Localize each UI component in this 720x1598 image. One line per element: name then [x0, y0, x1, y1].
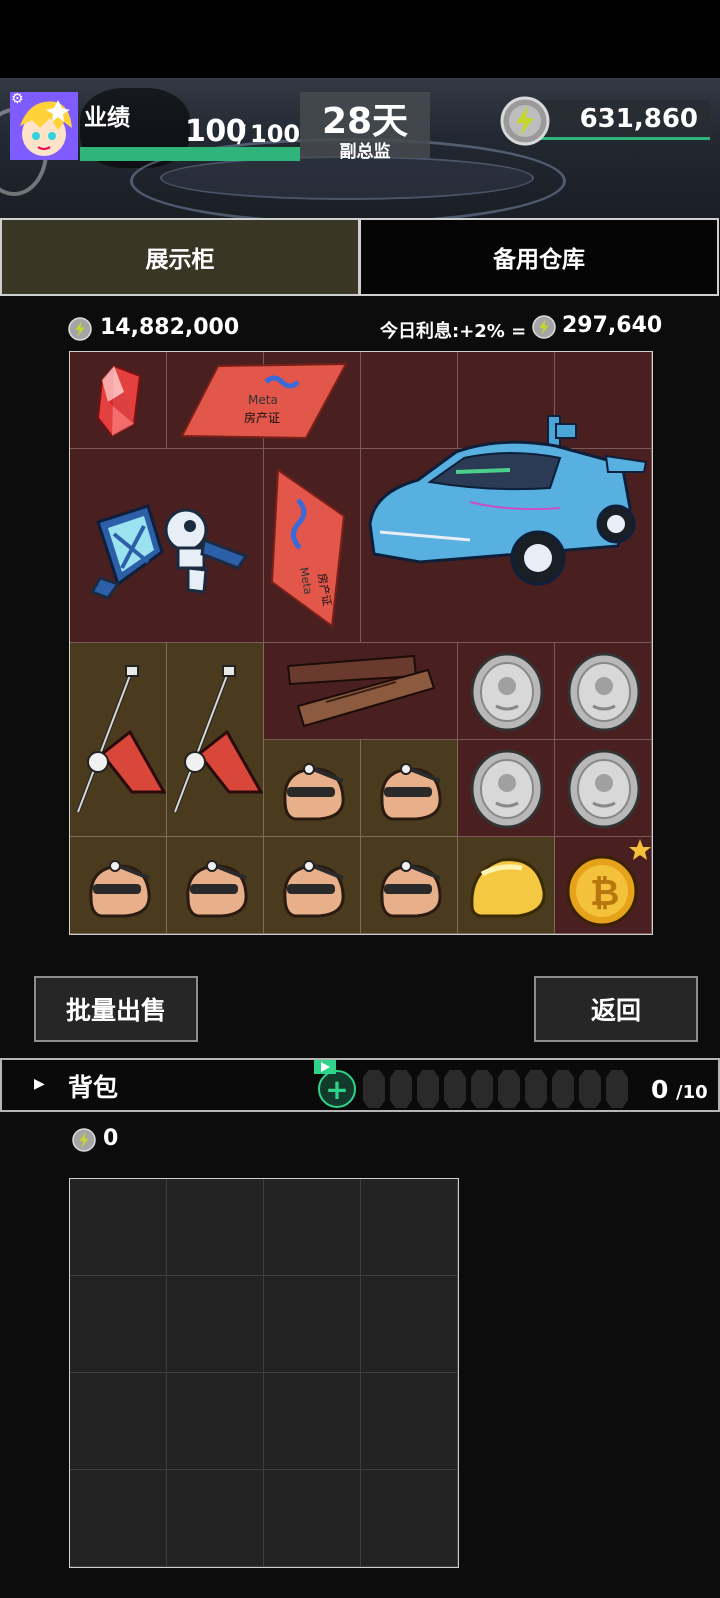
performance-progress-fill	[80, 147, 300, 161]
grid-cell[interactable]	[70, 1276, 167, 1373]
backpack-count: 0	[651, 1075, 669, 1104]
robot-icon[interactable]	[78, 492, 258, 602]
grid-cell[interactable]	[167, 1373, 264, 1470]
slot-icon	[444, 1070, 466, 1108]
interest-value: 297,640	[562, 313, 663, 338]
grid-cell[interactable]	[361, 1470, 458, 1567]
lightning-coin-icon	[72, 1128, 96, 1152]
red-crystal-icon[interactable]	[84, 362, 154, 440]
grid-cell[interactable]	[361, 1276, 458, 1373]
expand-arrow-icon[interactable]: ▶	[34, 1076, 45, 1092]
gold-ingot-icon[interactable]	[466, 852, 548, 922]
grid-cell[interactable]	[70, 1470, 167, 1567]
grid-cell[interactable]	[70, 1179, 167, 1276]
silver-coin-icon[interactable]	[565, 650, 643, 734]
helmet-icon[interactable]	[279, 854, 349, 920]
card-text: 房产证	[244, 410, 280, 425]
helmet-icon[interactable]	[376, 757, 446, 823]
status-bar-area	[0, 0, 720, 78]
tab-showcase[interactable]: 展示柜	[0, 218, 360, 296]
coin-balance-value: 631,860	[579, 104, 698, 134]
backpack-title: 背包	[68, 1073, 119, 1102]
add-slot-button[interactable]: +	[318, 1070, 356, 1108]
slot-icon	[363, 1070, 385, 1108]
gear-icon[interactable]: ⚙	[11, 92, 24, 106]
gavel-icon[interactable]	[72, 662, 166, 822]
tab-warehouse[interactable]: 备用仓库	[359, 218, 719, 296]
video-ad-icon	[314, 1060, 336, 1074]
grid-cell[interactable]	[70, 1373, 167, 1470]
coin-balance-underline	[540, 137, 710, 140]
star-icon	[629, 839, 651, 860]
sports-car-icon[interactable]	[360, 412, 650, 602]
backpack-value: 0	[103, 1126, 119, 1151]
slot-icon	[579, 1070, 601, 1108]
slot-icon	[525, 1070, 547, 1108]
meta-property-card-icon[interactable]: Meta 房产证	[178, 360, 348, 442]
card-brand: Meta	[248, 393, 278, 407]
grid-cell[interactable]	[167, 1179, 264, 1276]
helmet-icon[interactable]	[279, 757, 349, 823]
grid-cell[interactable]	[167, 1276, 264, 1373]
backpack-grid	[69, 1178, 459, 1568]
silver-coin-icon[interactable]	[468, 650, 546, 734]
slot-icon	[552, 1070, 574, 1108]
slot-icon	[606, 1070, 628, 1108]
helmet-icon[interactable]	[85, 854, 155, 920]
slot-icon	[390, 1070, 412, 1108]
grid-cell[interactable]	[264, 1179, 361, 1276]
slot-icon	[498, 1070, 520, 1108]
grid-cell[interactable]	[264, 1470, 361, 1567]
helmet-icon[interactable]	[182, 854, 252, 920]
performance-separator: /	[237, 120, 246, 148]
grid-cell[interactable]	[361, 1373, 458, 1470]
bitcoin-icon[interactable]: ₿	[560, 837, 652, 929]
helmet-icon[interactable]	[376, 854, 446, 920]
performance-progress-bar	[80, 147, 300, 161]
back-button[interactable]: 返回	[534, 976, 698, 1042]
performance-label: 业绩	[84, 105, 130, 131]
rank-label: 副总监	[339, 142, 391, 162]
wooden-ruler-icon[interactable]	[286, 654, 436, 730]
lightning-coin-icon	[532, 315, 556, 339]
slot-icon	[471, 1070, 493, 1108]
gavel-icon[interactable]	[169, 662, 263, 822]
showcase-total-value: 14,882,000	[100, 315, 240, 340]
backpack-max: /10	[676, 1082, 708, 1103]
bulk-sell-button[interactable]: 批量出售	[34, 976, 198, 1042]
silver-coin-icon[interactable]	[468, 747, 546, 831]
lightning-coin-icon	[68, 317, 92, 341]
interest-label: 今日利息:+2% =	[380, 321, 527, 342]
svg-text:₿: ₿	[590, 873, 619, 914]
grid-cell[interactable]	[361, 1179, 458, 1276]
performance-max: 100	[250, 120, 301, 148]
grid-cell[interactable]	[264, 1276, 361, 1373]
slot-icon	[417, 1070, 439, 1108]
silver-coin-icon[interactable]	[565, 747, 643, 831]
grid-cell[interactable]	[264, 1373, 361, 1470]
grid-cell[interactable]	[167, 1470, 264, 1567]
meta-property-card-icon[interactable]: Meta 房产证	[270, 464, 350, 630]
showcase-grid: Meta 房产证 Meta 房产证 ₿	[69, 351, 653, 935]
